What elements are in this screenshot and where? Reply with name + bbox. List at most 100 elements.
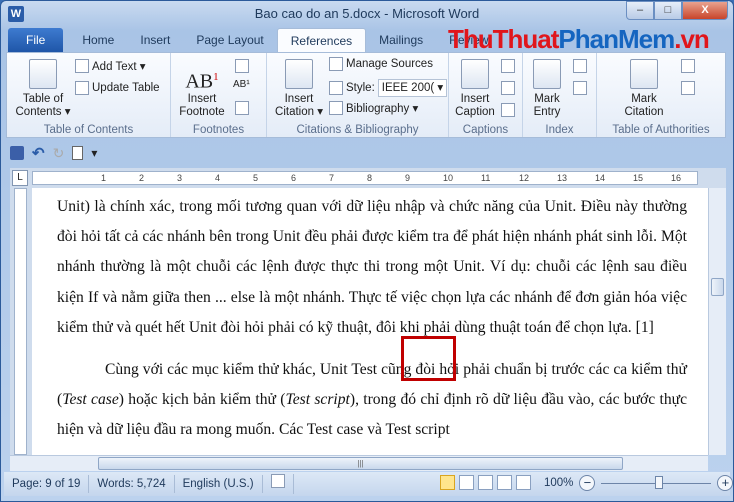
outline-view-button[interactable] bbox=[497, 475, 512, 490]
zoom-in-button[interactable]: + bbox=[717, 475, 734, 491]
vertical-ruler[interactable] bbox=[10, 188, 32, 455]
authorities-icon bbox=[681, 59, 695, 73]
ruler-number: 2 bbox=[139, 173, 145, 183]
new-document-icon[interactable] bbox=[72, 146, 84, 160]
tab-insert[interactable]: Insert bbox=[127, 28, 183, 52]
zoom-slider[interactable] bbox=[601, 475, 712, 489]
group-captions: Insert Caption Captions bbox=[449, 53, 523, 137]
update-table-icon bbox=[75, 81, 89, 95]
document-area[interactable]: Unit) là chính xác, trong mối tương quan… bbox=[10, 188, 708, 455]
scroll-thumb[interactable] bbox=[711, 278, 724, 296]
zoom-level[interactable]: 100% bbox=[544, 477, 573, 489]
add-text-button[interactable]: Add Text ▾ bbox=[75, 59, 146, 73]
group-footnotes: AB1 Insert Footnote AB¹ Footnotes bbox=[171, 53, 267, 137]
ruler-number: 4 bbox=[215, 173, 221, 183]
mark-citation-button[interactable]: Mark Citation bbox=[619, 59, 669, 119]
draft-view-button[interactable] bbox=[516, 475, 531, 490]
minimize-button[interactable]: – bbox=[626, 1, 654, 20]
word-count[interactable]: Words: 5,724 bbox=[89, 475, 175, 493]
group-citations: Insert Citation ▾ Manage Sources Style: I… bbox=[267, 53, 449, 137]
horizontal-scrollbar[interactable]: ||| bbox=[10, 455, 708, 471]
table-of-contents-button[interactable]: Table of Contents ▾ bbox=[13, 59, 73, 119]
ruler-number: 1 bbox=[101, 173, 107, 183]
group-label: Table of Authorities bbox=[612, 124, 710, 136]
insert-table-of-authorities-button[interactable] bbox=[681, 59, 695, 73]
update-index-icon bbox=[573, 81, 587, 95]
print-layout-view-button[interactable] bbox=[440, 475, 455, 490]
mark-entry-icon bbox=[533, 59, 561, 89]
manage-sources-button[interactable]: Manage Sources bbox=[329, 57, 433, 71]
ruler-number: 11 bbox=[481, 173, 491, 183]
mark-citation-icon bbox=[630, 59, 658, 89]
scroll-thumb[interactable]: ||| bbox=[98, 457, 623, 470]
tab-page-layout[interactable]: Page Layout bbox=[183, 28, 276, 52]
macro-recording-icon[interactable] bbox=[263, 474, 294, 494]
group-label: Table of Contents bbox=[43, 124, 134, 136]
ruler-number: 5 bbox=[253, 173, 259, 183]
update-table-button[interactable]: Update Table bbox=[75, 81, 160, 95]
tab-file[interactable]: File bbox=[8, 28, 64, 52]
group-table-of-contents: Table of Contents ▾ Add Text ▾ Update Ta… bbox=[7, 53, 171, 137]
bibliography-icon bbox=[329, 101, 343, 115]
ruler-number: 14 bbox=[595, 173, 606, 183]
style-selector[interactable]: Style: IEEE 200( ▾ bbox=[329, 79, 448, 97]
save-icon[interactable] bbox=[10, 146, 24, 160]
style-dropdown[interactable]: IEEE 200( ▾ bbox=[377, 79, 448, 97]
full-screen-reading-button[interactable] bbox=[459, 475, 474, 490]
group-table-of-authorities: Mark Citation Table of Authorities bbox=[597, 53, 725, 137]
bibliography-button[interactable]: Bibliography ▾ bbox=[329, 101, 418, 115]
show-notes-button[interactable] bbox=[235, 101, 249, 115]
group-label: Citations & Bibliography bbox=[296, 124, 419, 136]
zoom-out-button[interactable]: − bbox=[579, 475, 596, 491]
insert-table-of-figures-button[interactable] bbox=[501, 59, 515, 73]
manage-sources-icon bbox=[329, 57, 343, 71]
horizontal-ruler[interactable]: L 1234567891011121314151617 bbox=[10, 168, 726, 188]
web-layout-button[interactable] bbox=[478, 475, 493, 490]
group-label: Index bbox=[545, 124, 574, 136]
paragraph: Unit) là chính xác, trong mối tương quan… bbox=[57, 198, 687, 336]
insert-endnote-button[interactable] bbox=[235, 59, 249, 73]
page-count[interactable]: Page: 9 of 19 bbox=[4, 475, 90, 493]
insert-footnote-button[interactable]: AB1 Insert Footnote bbox=[173, 61, 231, 119]
quick-access-toolbar: ↶ ↻ ▾ bbox=[10, 142, 97, 164]
update-authorities-button[interactable] bbox=[681, 81, 695, 95]
group-index: Mark Entry Index bbox=[523, 53, 597, 137]
cross-reference-button[interactable] bbox=[501, 103, 515, 117]
ruler-number: 6 bbox=[291, 173, 297, 183]
insert-index-button[interactable] bbox=[573, 59, 587, 73]
undo-icon[interactable]: ↶ bbox=[32, 144, 45, 162]
next-footnote-button[interactable]: AB¹ bbox=[233, 79, 250, 90]
update-figures-button[interactable] bbox=[501, 81, 515, 95]
update-index-button[interactable] bbox=[573, 81, 587, 95]
vertical-scrollbar[interactable] bbox=[708, 188, 726, 455]
mark-entry-button[interactable]: Mark Entry bbox=[527, 59, 567, 119]
customize-qat-button[interactable]: ▾ bbox=[91, 146, 97, 160]
tab-home[interactable]: Home bbox=[69, 28, 127, 52]
language[interactable]: English (U.S.) bbox=[175, 475, 263, 493]
ruler-number: 8 bbox=[367, 173, 373, 183]
citation-reference[interactable]: [1] bbox=[636, 319, 654, 336]
close-button[interactable]: X bbox=[682, 1, 728, 20]
ruler-number: 9 bbox=[405, 173, 411, 183]
ruler-number: 12 bbox=[519, 173, 530, 183]
ruler-number: 13 bbox=[557, 173, 568, 183]
maximize-button[interactable]: □ bbox=[654, 1, 682, 20]
zoom-slider-handle[interactable] bbox=[655, 475, 664, 489]
ruler-number: 7 bbox=[329, 173, 335, 183]
show-notes-icon bbox=[235, 101, 249, 115]
toc-icon bbox=[29, 59, 57, 89]
group-label: Captions bbox=[462, 124, 509, 136]
ribbon-tabs: File Home Insert Page Layout References … bbox=[8, 28, 502, 52]
document-text[interactable]: Unit) là chính xác, trong mối tương quan… bbox=[57, 192, 687, 446]
insert-citation-button[interactable]: Insert Citation ▾ bbox=[273, 59, 325, 119]
insert-caption-button[interactable]: Insert Caption bbox=[453, 59, 497, 119]
redo-icon[interactable]: ↻ bbox=[53, 145, 65, 162]
ruler-number: 10 bbox=[443, 173, 454, 183]
tab-references[interactable]: References bbox=[276, 28, 367, 52]
tab-selector[interactable]: L bbox=[12, 170, 28, 186]
ruler-scale[interactable]: 1234567891011121314151617 bbox=[32, 171, 698, 185]
paragraph: Cùng với các mục kiểm thử khác, Unit Tes… bbox=[57, 361, 688, 439]
cross-reference-icon bbox=[501, 103, 515, 117]
tab-mailings[interactable]: Mailings bbox=[366, 28, 436, 52]
ruler-number: 15 bbox=[633, 173, 644, 183]
